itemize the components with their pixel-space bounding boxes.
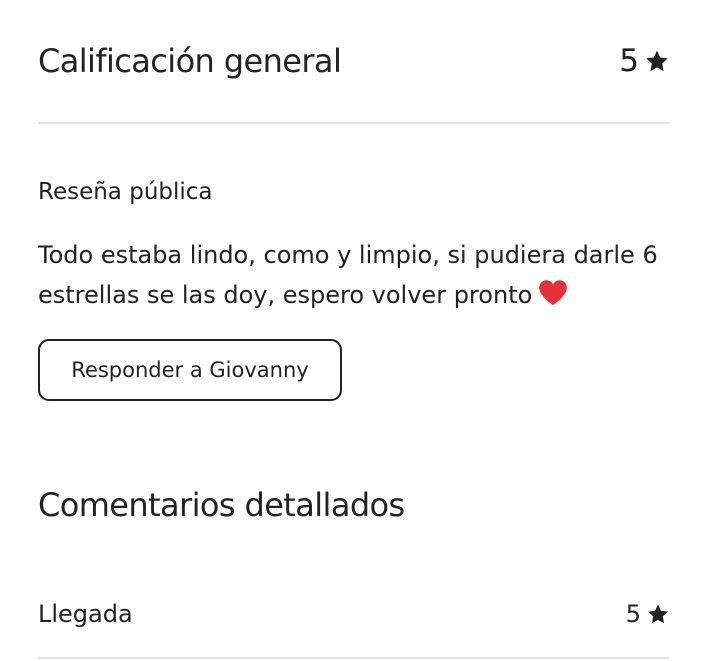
overall-rating-value: 5	[619, 43, 639, 79]
divider	[38, 122, 669, 124]
star-icon	[645, 49, 669, 73]
overall-rating-row: Calificación general 5	[38, 38, 669, 84]
category-row: Llegada 5	[38, 596, 669, 632]
public-review-text-block: Todo estaba lindo, como y limpio, si pud…	[38, 235, 669, 315]
red-heart-icon	[538, 279, 568, 306]
public-review-label: Reseña pública	[38, 179, 213, 205]
category-rating-value: 5	[625, 600, 641, 628]
reply-button[interactable]: Responder a Giovanny	[38, 339, 342, 401]
overall-rating: 5	[619, 43, 669, 79]
star-icon	[647, 603, 669, 625]
category-rating: 5	[626, 600, 669, 628]
overall-rating-title: Calificación general	[38, 42, 342, 80]
category-label: Llegada	[38, 600, 133, 628]
detailed-comments-title: Comentarios detallados	[38, 486, 405, 524]
divider	[38, 657, 669, 659]
